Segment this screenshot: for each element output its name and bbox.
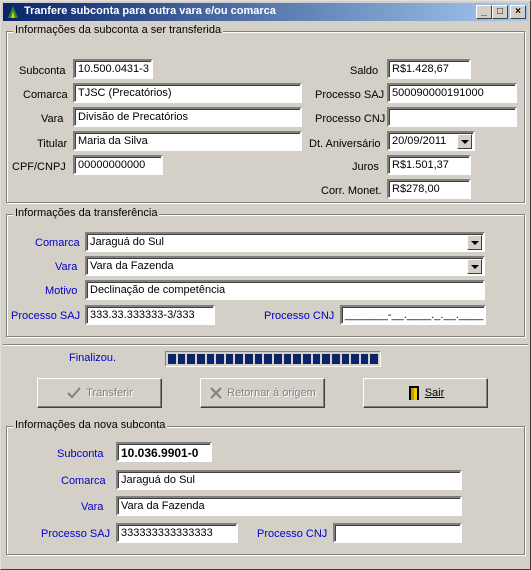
progress-bar (165, 351, 381, 367)
progress-block (370, 354, 379, 364)
new-comarca-field[interactable]: Jaraguá do Sul (116, 470, 462, 490)
progress-block (322, 354, 330, 364)
new-subconta-label: Subconta (57, 448, 104, 460)
sair-label: Sair (424, 387, 445, 399)
saj-field[interactable]: 500090000191000 (387, 83, 517, 103)
sair-button[interactable]: Sair (363, 378, 488, 408)
comarca-label: Comarca (23, 89, 68, 101)
cnj-field[interactable] (387, 107, 517, 127)
progress-block (254, 354, 263, 364)
status-label: Finalizou. (69, 352, 117, 364)
comarca-field[interactable]: TJSC (Precatórios) (73, 83, 302, 103)
dest-comarca-select[interactable]: Jaraguá do Sul (85, 232, 485, 252)
transfer-window: Tranfere subconta para outra vara e/ou c… (0, 0, 531, 570)
progress-block (302, 354, 311, 364)
dest-vara-label: Vara (55, 261, 78, 273)
chevron-down-icon[interactable] (467, 259, 482, 274)
new-vara-field[interactable]: Vara da Fazenda (116, 496, 462, 516)
chevron-down-icon[interactable] (457, 134, 472, 149)
new-subconta-group-title: Informações da nova subconta (13, 419, 168, 431)
dest-saj-field[interactable]: 333.33.333333-3/333 (85, 305, 215, 325)
corr-field[interactable]: R$278,00 (387, 179, 471, 199)
title-bar[interactable]: Tranfere subconta para outra vara e/ou c… (3, 3, 528, 21)
dest-comarca-value: Jaraguá do Sul (90, 236, 164, 248)
juros-field[interactable]: R$1.501,37 (387, 155, 471, 175)
aniversario-picker[interactable]: 20/09/2011 (387, 131, 475, 151)
transfer-group-title: Informações da transferência (13, 207, 160, 219)
transferir-label: Transferir (86, 387, 133, 399)
corr-label: Corr. Monet. (321, 185, 382, 197)
aniversario-value: 20/09/2011 (392, 135, 447, 147)
minimize-button[interactable]: _ (476, 5, 492, 19)
transferir-button[interactable]: Transferir (37, 378, 162, 408)
dest-cnj-field[interactable]: _______-__.____._.__.____ (340, 305, 486, 325)
check-icon (67, 387, 81, 399)
saldo-field[interactable]: R$1.428,67 (387, 59, 471, 79)
retornar-label: Retornar à origem (227, 387, 316, 399)
subconta-label: Subconta (19, 65, 66, 77)
progress-block (187, 354, 195, 364)
progress-block (351, 354, 359, 364)
progress-block (274, 354, 282, 364)
retornar-button[interactable]: Retornar à origem (200, 378, 325, 408)
progress-block (360, 354, 369, 364)
dest-saj-label: Processo SAJ (11, 310, 81, 322)
dest-vara-select[interactable]: Vara da Fazenda (85, 256, 485, 276)
vara-label: Vara (41, 113, 64, 125)
juros-label: Juros (352, 161, 379, 173)
progress-block (264, 354, 273, 364)
cpf-label: CPF/CNPJ (12, 161, 66, 173)
progress-block (283, 354, 292, 364)
new-saj-label: Processo SAJ (41, 528, 111, 540)
window-title: Tranfere subconta para outra vara e/ou c… (24, 5, 276, 17)
maximize-button[interactable]: □ (492, 5, 508, 19)
saj-label: Processo SAJ (315, 89, 385, 101)
subconta-field[interactable]: 10.500.0431-3 (73, 59, 153, 79)
cnj-label: Processo CNJ (315, 113, 386, 125)
titular-label: Titular (37, 138, 68, 150)
new-cnj-label: Processo CNJ (257, 528, 328, 540)
progress-block (245, 354, 253, 364)
chevron-down-icon[interactable] (467, 235, 482, 250)
new-saj-field[interactable]: 333333333333333 (116, 523, 238, 543)
aniversario-label: Dt. Aniversário (309, 138, 381, 150)
progress-block (225, 354, 234, 364)
exit-door-icon (408, 386, 419, 400)
progress-block (341, 354, 350, 364)
motivo-field[interactable]: Declinação de competência (85, 280, 485, 300)
progress-block (196, 354, 205, 364)
dest-comarca-label: Comarca (35, 237, 80, 249)
vara-field[interactable]: Divisão de Precatórios (73, 107, 302, 127)
progress-block (216, 354, 224, 364)
motivo-label: Motivo (45, 285, 78, 297)
dest-cnj-label: Processo CNJ (264, 310, 335, 322)
progress-block (177, 354, 186, 364)
cpf-field[interactable]: 00000000000 (73, 155, 163, 175)
progress-block (168, 354, 176, 364)
new-cnj-field[interactable] (333, 523, 462, 543)
app-icon (8, 6, 18, 18)
origin-group-title: Informações da subconta a ser transferid… (13, 24, 224, 36)
progress-block (293, 354, 301, 364)
progress-block (206, 354, 215, 364)
new-comarca-label: Comarca (61, 475, 106, 487)
close-button[interactable]: × (510, 5, 526, 19)
cross-icon (210, 387, 222, 399)
new-subconta-field[interactable]: 10.036.9901-0 (116, 442, 212, 462)
titular-field[interactable]: Maria da Silva (73, 131, 302, 151)
dest-vara-value: Vara da Fazenda (90, 260, 174, 272)
saldo-label: Saldo (350, 65, 379, 77)
progress-block (235, 354, 244, 364)
progress-block (312, 354, 321, 364)
progress-block (331, 354, 340, 364)
new-vara-label: Vara (81, 501, 104, 513)
